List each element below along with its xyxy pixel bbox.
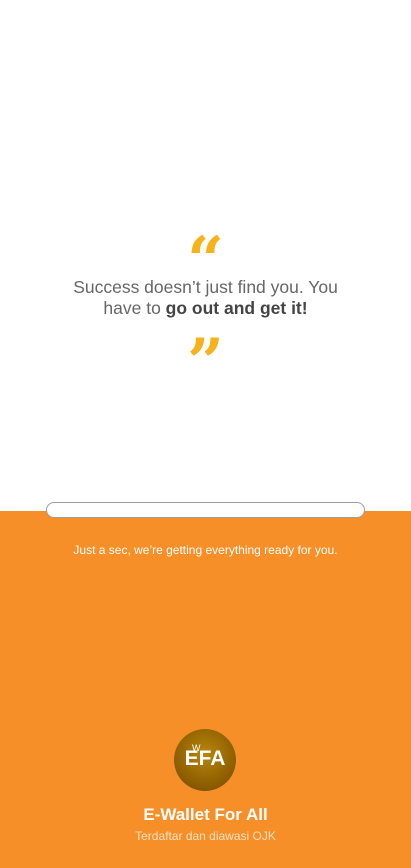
quote-close-icon: ”: [187, 325, 224, 400]
loading-status-text: Just a sec, we’re getting everything rea…: [73, 543, 338, 557]
quote-open-icon: “: [187, 223, 224, 298]
quote-text-bold: go out and get it!: [165, 298, 308, 318]
motivational-quote: Success doesn’t just find you. You have …: [60, 277, 351, 319]
loading-progress-bar: [46, 502, 365, 518]
efa-logo: W EFA: [174, 729, 236, 791]
registration-note: Terdaftar dan diawasi OJK: [135, 829, 276, 843]
quote-panel: “ Success doesn’t just find you. You hav…: [0, 0, 411, 511]
logo-letters: EFA: [184, 747, 226, 770]
app-name: E-Wallet For All: [143, 805, 268, 824]
